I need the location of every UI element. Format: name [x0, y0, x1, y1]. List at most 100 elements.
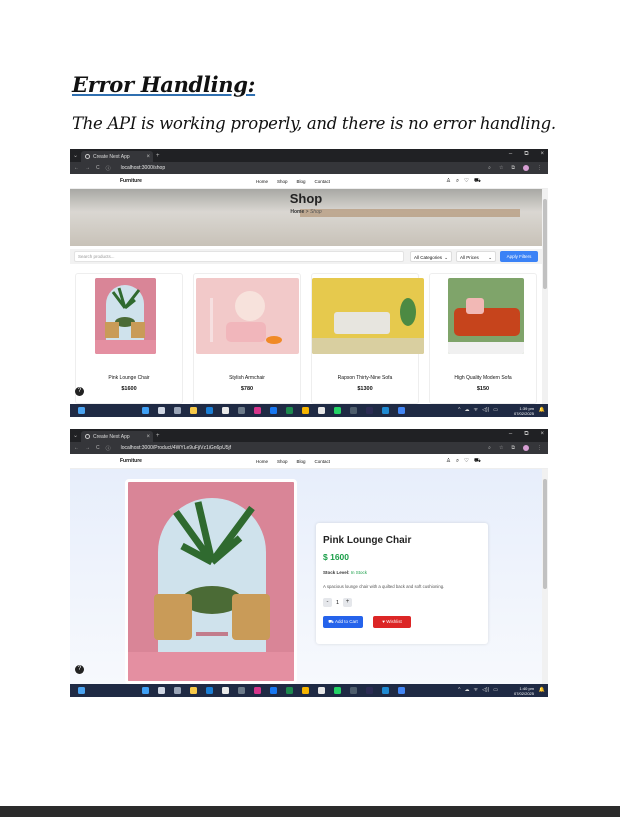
app-icon[interactable] — [318, 687, 325, 694]
search-icon[interactable] — [158, 687, 165, 694]
minimize-icon[interactable]: – — [509, 151, 512, 158]
nav-home[interactable]: Home — [256, 459, 268, 464]
start-icon[interactable] — [142, 407, 149, 414]
extensions-icon[interactable]: ⧉ — [511, 445, 515, 451]
product-main-image[interactable] — [125, 479, 297, 684]
search-icon[interactable]: ⌕ — [456, 458, 459, 465]
search-input[interactable]: Search products... — [74, 251, 404, 262]
browser-tab[interactable]: Create Next App × — [81, 431, 153, 442]
instagram-icon[interactable] — [254, 407, 261, 414]
chrome-icon[interactable] — [222, 687, 229, 694]
help-button[interactable]: ? — [75, 665, 84, 674]
apply-filters-button[interactable]: Apply Filters — [500, 251, 538, 262]
add-to-cart-button[interactable]: ⛟ Add to Cart — [323, 616, 363, 628]
extensions-icon[interactable]: ⧉ — [511, 165, 515, 171]
battery-icon[interactable]: ▭ — [493, 687, 498, 693]
reload-icon[interactable]: C — [96, 445, 100, 451]
site-brand[interactable]: Furniture — [120, 458, 142, 464]
zoom-icon[interactable]: ⌕ — [488, 445, 491, 451]
start-icon[interactable] — [142, 687, 149, 694]
forward-icon[interactable]: → — [85, 445, 90, 451]
profile-avatar[interactable] — [523, 445, 529, 451]
product-name[interactable]: High Quality Modern Sofa — [430, 375, 536, 381]
nav-blog[interactable]: Blog — [297, 459, 306, 464]
category-select[interactable]: All Categories ⌄ — [410, 251, 452, 262]
search-icon[interactable]: ⌕ — [456, 178, 459, 185]
heart-icon[interactable]: ♡ — [464, 458, 469, 465]
maximize-icon[interactable]: ⧉ — [524, 431, 528, 438]
facebook-icon[interactable] — [270, 687, 277, 694]
scrollbar[interactable] — [542, 469, 548, 684]
chrome-icon[interactable] — [222, 407, 229, 414]
camera-icon[interactable] — [238, 407, 245, 414]
window-close-icon[interactable]: × — [540, 431, 544, 438]
vscode-icon[interactable] — [382, 407, 389, 414]
widgets-icon[interactable] — [78, 687, 85, 694]
cart-icon[interactable]: ⛟ — [474, 178, 481, 185]
price-select[interactable]: All Prices ⌄ — [456, 251, 496, 262]
minimize-icon[interactable]: – — [509, 431, 512, 438]
widgets-icon[interactable] — [78, 407, 85, 414]
product-name[interactable]: Stylish Armchair — [194, 375, 300, 381]
excel-icon[interactable] — [286, 687, 293, 694]
task-view-icon[interactable] — [174, 687, 181, 694]
notification-bell-icon[interactable]: 🔔 — [539, 687, 545, 693]
taskbar-clock[interactable]: 1:40 pm 07/02/2025 — [514, 686, 534, 696]
new-tab-button[interactable]: + — [153, 433, 163, 439]
product-image[interactable] — [312, 278, 424, 354]
tab-close-icon[interactable]: × — [143, 154, 153, 160]
folder-icon[interactable] — [302, 407, 309, 414]
folder-icon[interactable] — [302, 687, 309, 694]
edge-icon[interactable] — [206, 407, 213, 414]
app-icon[interactable] — [318, 407, 325, 414]
reload-icon[interactable]: C — [96, 165, 100, 171]
product-card[interactable]: High Quality Modern Sofa $150 — [429, 273, 537, 404]
nav-shop[interactable]: Shop — [277, 459, 288, 464]
app-icon[interactable] — [366, 407, 373, 414]
camera-icon[interactable] — [238, 687, 245, 694]
bookmark-star-icon[interactable]: ☆ — [499, 165, 503, 171]
tray-overflow-icon[interactable]: ^ — [458, 407, 460, 413]
quantity-increase-button[interactable]: + — [343, 598, 353, 607]
cart-icon[interactable]: ⛟ — [474, 458, 481, 465]
scrollbar[interactable] — [542, 189, 548, 404]
terminal-icon[interactable] — [350, 407, 357, 414]
excel-icon[interactable] — [286, 407, 293, 414]
user-icon[interactable]: ♙ — [446, 178, 451, 185]
volume-icon[interactable]: ◁)) — [482, 687, 489, 693]
heart-icon[interactable]: ♡ — [464, 178, 469, 185]
forward-icon[interactable]: → — [85, 165, 90, 171]
volume-icon[interactable]: ◁)) — [482, 407, 489, 413]
nav-contact[interactable]: Contact — [315, 179, 331, 184]
battery-icon[interactable]: ▭ — [493, 407, 498, 413]
product-card[interactable]: Pink Lounge Chair $1600 — [75, 273, 183, 404]
edge-icon[interactable] — [206, 687, 213, 694]
file-explorer-icon[interactable] — [190, 407, 197, 414]
instagram-icon[interactable] — [254, 687, 261, 694]
nav-blog[interactable]: Blog — [297, 179, 306, 184]
browser-tab[interactable]: Create Next App × — [81, 151, 153, 162]
product-card[interactable]: Stylish Armchair $780 — [193, 273, 301, 404]
zoom-icon[interactable]: ⌕ — [488, 165, 491, 171]
notification-bell-icon[interactable]: 🔔 — [539, 407, 545, 413]
chrome-icon[interactable] — [398, 687, 405, 694]
cloud-icon[interactable]: ☁ — [465, 687, 470, 693]
wishlist-button[interactable]: ♥ Wishlist — [373, 616, 411, 628]
product-name[interactable]: Rapson Thirty-Nine Sofa — [312, 375, 418, 381]
whatsapp-icon[interactable] — [334, 407, 341, 414]
vscode-icon[interactable] — [382, 687, 389, 694]
task-view-icon[interactable] — [174, 407, 181, 414]
product-card[interactable]: Rapson Thirty-Nine Sofa $1300 — [311, 273, 424, 404]
nav-home[interactable]: Home — [256, 179, 268, 184]
app-icon[interactable] — [366, 687, 373, 694]
terminal-icon[interactable] — [350, 687, 357, 694]
site-brand[interactable]: Furniture — [120, 178, 142, 184]
whatsapp-icon[interactable] — [334, 687, 341, 694]
taskbar-clock[interactable]: 1:39 pm 07/02/2025 — [514, 406, 534, 416]
cloud-icon[interactable]: ☁ — [465, 407, 470, 413]
site-info-icon[interactable]: ⓘ — [106, 445, 111, 452]
product-image[interactable] — [196, 278, 299, 354]
chrome-icon[interactable] — [398, 407, 405, 414]
quantity-decrease-button[interactable]: - — [323, 598, 332, 607]
profile-avatar[interactable] — [523, 165, 529, 171]
